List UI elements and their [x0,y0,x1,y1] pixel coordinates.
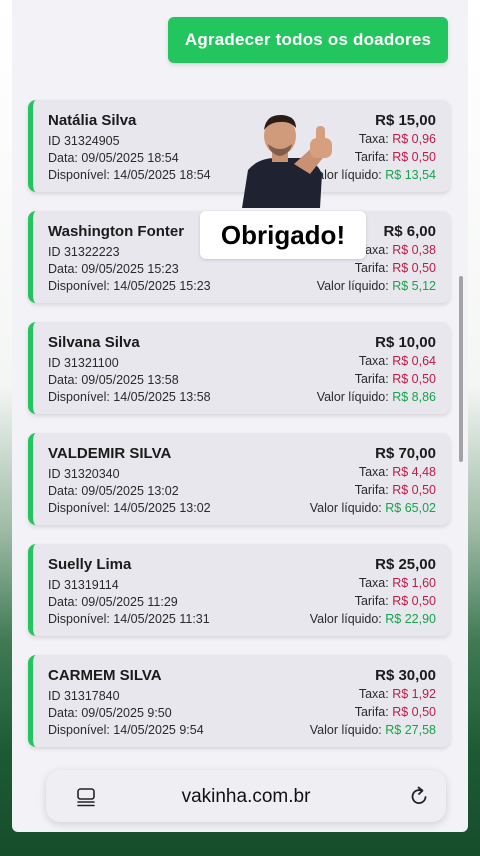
net-line: Valor líquido: R$ 27,58 [310,723,436,737]
net-label: Valor líquido: [309,723,382,737]
fee-value: R$ 1,92 [392,687,436,701]
donation-amount: R$ 6,00 [383,223,436,240]
tariff-value: R$ 0,50 [392,372,436,386]
net-line: Valor líquido: R$ 22,90 [310,612,436,626]
fee-line: Taxa: R$ 0,38 [359,243,436,257]
fee-value: R$ 4,48 [392,465,436,479]
net-value: R$ 22,90 [385,612,436,626]
donation-date: Data: 09/05/2025 13:58 [48,373,179,387]
url-text[interactable]: vakinha.com.br [46,786,446,808]
donor-name: Natália Silva [48,112,137,129]
fee-line: Taxa: R$ 4,48 [359,465,436,479]
tariff-line: Tarifa: R$ 0,50 [355,705,436,719]
donation-card[interactable]: Silvana Silva ID 31321100 Data: 09/05/20… [28,322,450,414]
donation-available: Disponível: 14/05/2025 13:58 [48,390,211,404]
donation-available: Disponível: 14/05/2025 13:02 [48,501,211,515]
tariff-value: R$ 0,50 [392,483,436,497]
donation-date: Data: 09/05/2025 11:29 [48,595,178,609]
donation-date: Data: 09/05/2025 9:50 [48,706,172,720]
fee-value: R$ 0,96 [392,132,436,146]
donor-name: CARMEM SILVA [48,667,162,684]
donation-amount: R$ 10,00 [375,334,436,351]
net-value: R$ 5,12 [392,279,436,293]
tariff-value: R$ 0,50 [392,705,436,719]
donation-date: Data: 09/05/2025 15:23 [48,262,179,276]
donation-available: Disponível: 14/05/2025 11:31 [48,612,210,626]
tariff-label: Tarifa: [354,150,389,164]
fee-value: R$ 0,38 [392,243,436,257]
net-value: R$ 13,54 [385,168,436,182]
donation-date: Data: 09/05/2025 18:54 [48,151,179,165]
net-label: Valor líquido: [316,390,389,404]
donation-id: ID 31319114 [48,578,119,592]
donation-amount: R$ 30,00 [375,667,436,684]
fee-line: Taxa: R$ 1,92 [359,687,436,701]
donor-name: VALDEMIR SILVA [48,445,172,462]
net-value: R$ 65,02 [385,501,436,515]
donation-amount: R$ 15,00 [375,112,436,129]
donation-card[interactable]: VALDEMIR SILVA ID 31320340 Data: 09/05/2… [28,433,450,525]
tariff-value: R$ 0,50 [392,261,436,275]
tariff-value: R$ 0,50 [392,594,436,608]
net-value: R$ 27,58 [385,723,436,737]
thank-all-donors-button[interactable]: Agradecer todos os doadores [168,17,448,63]
fee-label: Taxa: [358,132,389,146]
net-label: Valor líquido: [316,279,389,293]
fee-line: Taxa: R$ 0,64 [359,354,436,368]
app-screen: Agradecer todos os doadores Natália Silv… [12,0,468,832]
tariff-label: Tarifa: [354,261,389,275]
donation-date: Data: 09/05/2025 13:02 [48,484,179,498]
thanks-overlay-text: Obrigado! [200,211,366,259]
fee-label: Taxa: [358,576,389,590]
donor-name: Silvana Silva [48,334,140,351]
donation-available: Disponível: 14/05/2025 15:23 [48,279,211,293]
net-label: Valor líquido: [309,501,382,515]
tariff-line: Tarifa: R$ 0,50 [355,594,436,608]
net-line: Valor líquido: R$ 8,86 [317,390,436,404]
fee-label: Taxa: [358,687,389,701]
tariff-label: Tarifa: [354,372,389,386]
donor-name: Suelly Lima [48,556,132,573]
donation-id: ID 31322223 [48,245,120,259]
donation-card[interactable]: CARMEM SILVA ID 31317840 Data: 09/05/202… [28,655,450,747]
fee-line: Taxa: R$ 1,60 [359,576,436,590]
fee-label: Taxa: [358,465,389,479]
donation-available: Disponível: 14/05/2025 18:54 [48,168,211,182]
thumbs-up-person-sticker [242,114,332,208]
donation-id: ID 31320340 [48,467,120,481]
fee-value: R$ 0,64 [392,354,436,368]
net-label: Valor líquido: [309,612,382,626]
net-line: Valor líquido: R$ 5,12 [317,279,436,293]
fee-line: Taxa: R$ 0,96 [359,132,436,146]
tariff-value: R$ 0,50 [392,150,436,164]
net-line: Valor líquido: R$ 65,02 [310,501,436,515]
net-value: R$ 8,86 [392,390,436,404]
tariff-label: Tarifa: [354,483,389,497]
reload-icon[interactable] [408,785,430,807]
tariff-label: Tarifa: [354,594,389,608]
donation-id: ID 31321100 [48,356,119,370]
donation-amount: R$ 25,00 [375,556,436,573]
donation-id: ID 31317840 [48,689,120,703]
tariff-line: Tarifa: R$ 0,50 [355,483,436,497]
fee-value: R$ 1,60 [392,576,436,590]
browser-address-bar[interactable]: vakinha.com.br [46,770,446,822]
tariff-line: Tarifa: R$ 0,50 [355,261,436,275]
fee-label: Taxa: [358,354,389,368]
donation-id: ID 31324905 [48,134,120,148]
donation-card[interactable]: Suelly Lima ID 31319114 Data: 09/05/2025… [28,544,450,636]
donor-name: Washington Fonter [48,223,185,240]
tariff-line: Tarifa: R$ 0,50 [355,150,436,164]
tariff-line: Tarifa: R$ 0,50 [355,372,436,386]
scrollbar-thumb[interactable] [459,276,463,462]
donation-amount: R$ 70,00 [375,445,436,462]
donation-available: Disponível: 14/05/2025 9:54 [48,723,204,737]
tariff-label: Tarifa: [354,705,389,719]
